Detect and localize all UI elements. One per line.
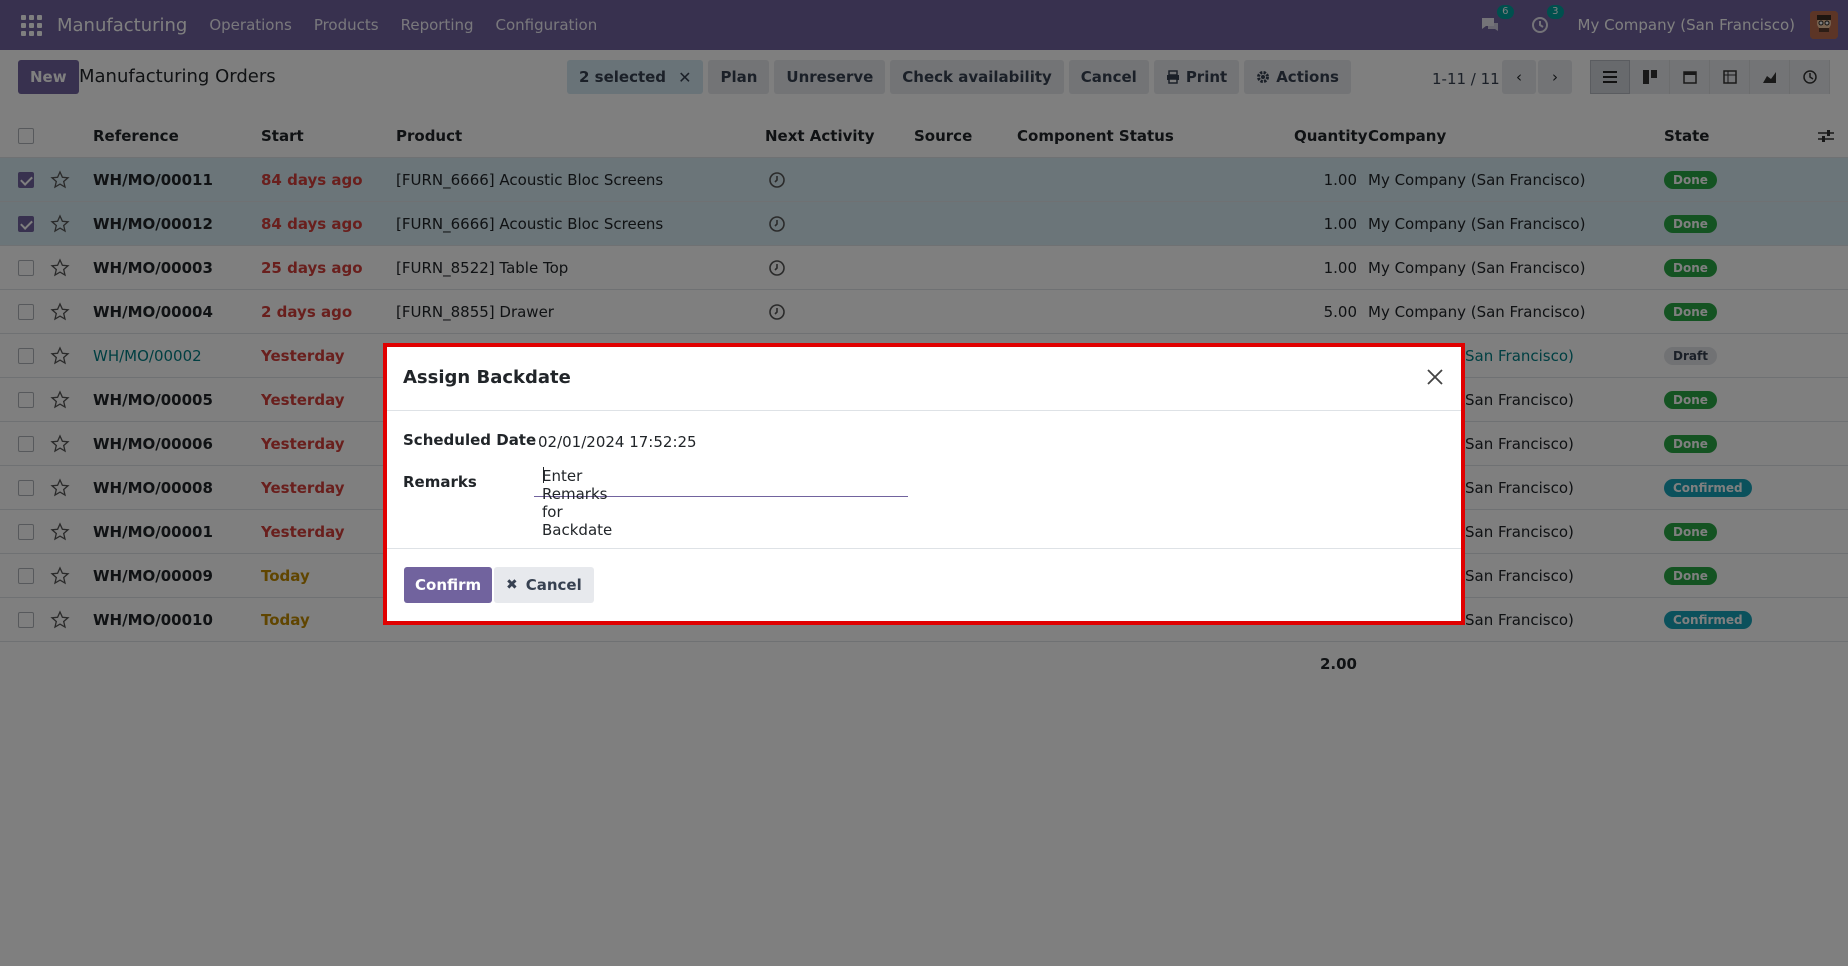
dialog-title: Assign Backdate	[403, 367, 571, 388]
dialog-body: Scheduled Date 02/01/2024 17:52:25 Remar…	[387, 411, 1461, 549]
assign-backdate-dialog: Assign Backdate Scheduled Date 02/01/202…	[383, 343, 1465, 625]
confirm-button[interactable]: Confirm	[404, 567, 493, 603]
cancel-label: Cancel	[525, 576, 582, 594]
scheduled-date-label: Scheduled Date	[403, 431, 537, 449]
close-x-icon: ✖	[506, 577, 518, 593]
close-icon[interactable]	[1423, 365, 1447, 389]
cancel-button[interactable]: ✖ Cancel	[494, 567, 594, 603]
text-caret	[543, 467, 544, 483]
remarks-label: Remarks	[403, 473, 477, 491]
dialog-footer: Confirm ✖ Cancel	[387, 549, 1461, 621]
dialog-header: Assign Backdate	[387, 347, 1461, 411]
remarks-input[interactable]: Enter Remarks for Backdate	[534, 447, 908, 539]
remarks-text: Enter Remarks for Backdate	[542, 467, 613, 539]
